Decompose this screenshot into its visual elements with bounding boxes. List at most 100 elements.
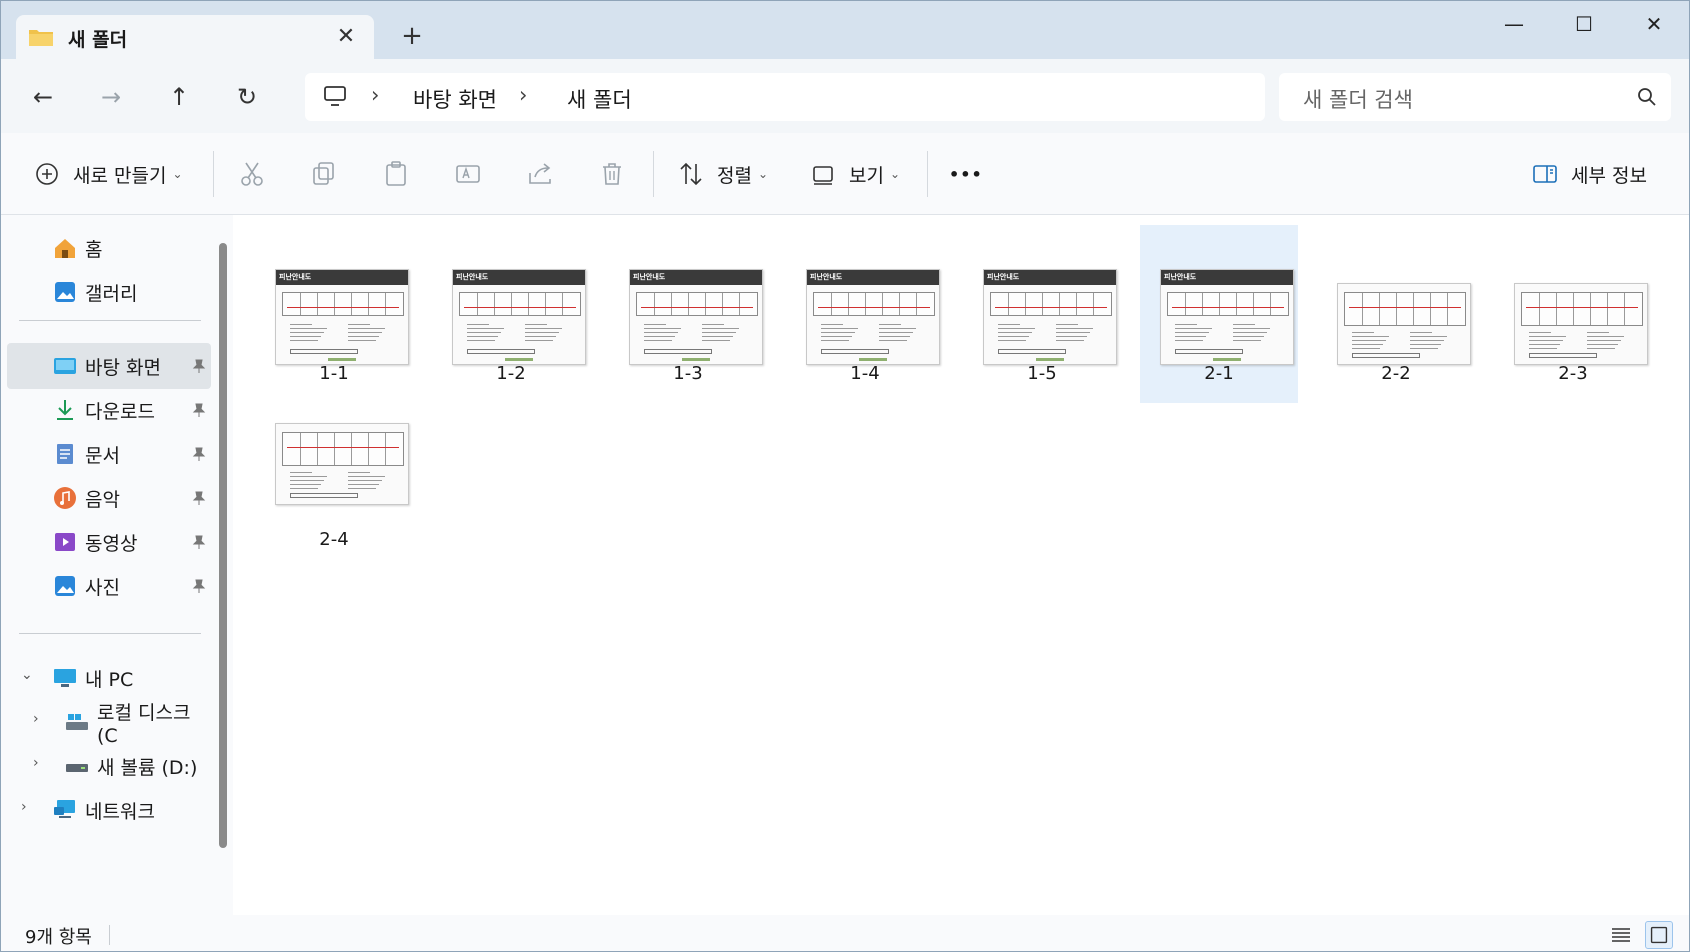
- sidebar-item-home[interactable]: 홈: [7, 225, 211, 271]
- floor-plan-wall: [1202, 293, 1203, 315]
- sidebar-item-label: 내 PC: [85, 668, 134, 691]
- floor-plan-wall: [1219, 293, 1220, 315]
- address-bar[interactable]: › 바탕 화면 › 새 폴더: [305, 73, 1265, 121]
- sidebar-item-label: 음악: [85, 488, 120, 511]
- file-item[interactable]: 피난안내도 1-4: [786, 225, 944, 403]
- sidebar-item-pictures[interactable]: 사진: [7, 563, 211, 609]
- rename-icon[interactable]: [453, 159, 483, 189]
- search-icon[interactable]: [1637, 87, 1657, 107]
- file-item[interactable]: 피난안내도 2-1: [1140, 225, 1298, 403]
- thumbnail-text-line: [290, 472, 312, 473]
- details-view-icon[interactable]: [1607, 921, 1635, 949]
- up-button[interactable]: ↑: [159, 77, 199, 117]
- pin-icon[interactable]: [191, 490, 207, 506]
- refresh-button[interactable]: ↻: [227, 77, 267, 117]
- search-box[interactable]: 새 폴더 검색: [1279, 73, 1671, 121]
- back-button[interactable]: ←: [23, 77, 63, 117]
- file-name: 1-4: [850, 363, 880, 384]
- view-button[interactable]: 보기 ⌄: [809, 155, 900, 193]
- gallery-icon: [55, 282, 75, 302]
- chevron-right-icon[interactable]: ›: [21, 799, 27, 815]
- paste-icon[interactable]: [381, 159, 411, 189]
- file-item[interactable]: 피난안내도 1-2: [432, 225, 590, 403]
- share-icon[interactable]: [525, 159, 555, 189]
- floor-plan-wall: [1362, 293, 1363, 325]
- sidebar-item-desktop[interactable]: 바탕 화면: [7, 343, 211, 389]
- sidebar-item-this-pc[interactable]: ⌄ 내 PC: [7, 655, 211, 701]
- search-placeholder: 새 폴더 검색: [1303, 88, 1413, 112]
- floor-plan-wall: [528, 293, 529, 315]
- maximize-button[interactable]: ☐: [1559, 9, 1609, 39]
- thumbnail-legend: [644, 349, 712, 354]
- thumbnail-footer: [328, 358, 356, 361]
- sidebar-item-documents[interactable]: 문서: [7, 431, 211, 477]
- file-thumbnail: 피난안내도: [275, 269, 409, 365]
- file-item[interactable]: 2-2: [1317, 225, 1475, 403]
- pin-icon[interactable]: [191, 578, 207, 594]
- sidebar-item-network[interactable]: › 네트워크: [7, 787, 211, 833]
- file-item[interactable]: 2-4: [255, 403, 413, 581]
- floor-plan-wall: [477, 293, 478, 315]
- evacuation-route: [1349, 307, 1461, 308]
- file-item[interactable]: 2-3: [1494, 225, 1652, 403]
- file-item[interactable]: 피난안내도 1-3: [609, 225, 767, 403]
- floor-plan-wall: [1076, 293, 1077, 315]
- sidebar-item-volume-d[interactable]: › 새 볼륨 (D:): [7, 743, 211, 789]
- more-options-button[interactable]: •••: [949, 155, 983, 193]
- delete-icon[interactable]: [597, 159, 627, 189]
- floor-plan-wall: [1607, 293, 1608, 325]
- breadcrumb-current-folder[interactable]: 새 폴더: [567, 84, 632, 114]
- sidebar-item-gallery[interactable]: 갤러리: [7, 269, 211, 315]
- thumbnail-text-line: [1529, 332, 1551, 333]
- thumbnail-text-line: [998, 324, 1020, 325]
- thumbnail-legend: [998, 349, 1066, 354]
- thumbnail-text-line: [1352, 340, 1386, 341]
- sidebar-item-label: 갤러리: [85, 282, 138, 305]
- file-item[interactable]: 피난안내도 1-1: [255, 225, 413, 403]
- thumbnail-text-line: [821, 328, 858, 329]
- new-button[interactable]: 새로 만들기 ⌄: [33, 155, 183, 193]
- chevron-right-icon[interactable]: ›: [33, 711, 39, 727]
- floor-plan: [1521, 292, 1643, 326]
- minimize-button[interactable]: —: [1489, 9, 1539, 39]
- thumbnail-text-line: [348, 472, 370, 473]
- file-name: 1-5: [1027, 363, 1057, 384]
- sidebar-item-local-disk-c[interactable]: › 로컬 디스크 (C: [7, 699, 211, 747]
- floor-plan-wall: [1539, 293, 1540, 325]
- chevron-down-icon[interactable]: ⌄: [21, 667, 33, 683]
- floor-plan: [636, 292, 758, 316]
- sidebar-item-videos[interactable]: 동영상: [7, 519, 211, 565]
- pin-icon[interactable]: [191, 358, 207, 374]
- sidebar-item-label: 홈: [85, 238, 103, 261]
- thumbnail-text-line: [1233, 340, 1261, 341]
- details-pane-button[interactable]: 세부 정보: [1531, 155, 1647, 193]
- pin-icon[interactable]: [191, 534, 207, 550]
- chevron-right-icon[interactable]: ›: [33, 755, 39, 771]
- floor-plan-wall: [1253, 293, 1254, 315]
- pin-icon[interactable]: [191, 446, 207, 462]
- sort-button[interactable]: 정렬 ⌄: [677, 155, 768, 193]
- sidebar-item-downloads[interactable]: 다운로드: [7, 387, 211, 433]
- new-tab-button[interactable]: +: [397, 21, 427, 51]
- close-window-button[interactable]: ✕: [1629, 9, 1679, 39]
- file-item[interactable]: 피난안내도 1-5: [963, 225, 1121, 403]
- command-divider: [213, 151, 214, 197]
- evacuation-route: [287, 307, 399, 308]
- cut-icon[interactable]: [237, 159, 267, 189]
- breadcrumb-desktop[interactable]: 바탕 화면: [413, 84, 497, 114]
- copy-icon[interactable]: [309, 159, 339, 189]
- pin-icon[interactable]: [191, 402, 207, 418]
- floor-plan-wall: [831, 293, 832, 315]
- details-pane-label: 세부 정보: [1571, 164, 1647, 187]
- evacuation-route: [1526, 307, 1638, 308]
- tab-close-button[interactable]: ✕: [332, 23, 360, 51]
- sidebar-scrollbar[interactable]: [219, 243, 227, 848]
- tab-current-folder[interactable]: 새 폴더 ✕: [16, 15, 374, 59]
- forward-button[interactable]: →: [91, 77, 131, 117]
- thumbnail-text-line: [467, 328, 504, 329]
- thumbnail-text-line: [1175, 328, 1212, 329]
- floor-plan-wall: [1396, 293, 1397, 325]
- sidebar-item-music[interactable]: 음악: [7, 475, 211, 521]
- large-icons-view-icon[interactable]: [1645, 921, 1673, 949]
- file-name: 2-2: [1381, 363, 1411, 384]
